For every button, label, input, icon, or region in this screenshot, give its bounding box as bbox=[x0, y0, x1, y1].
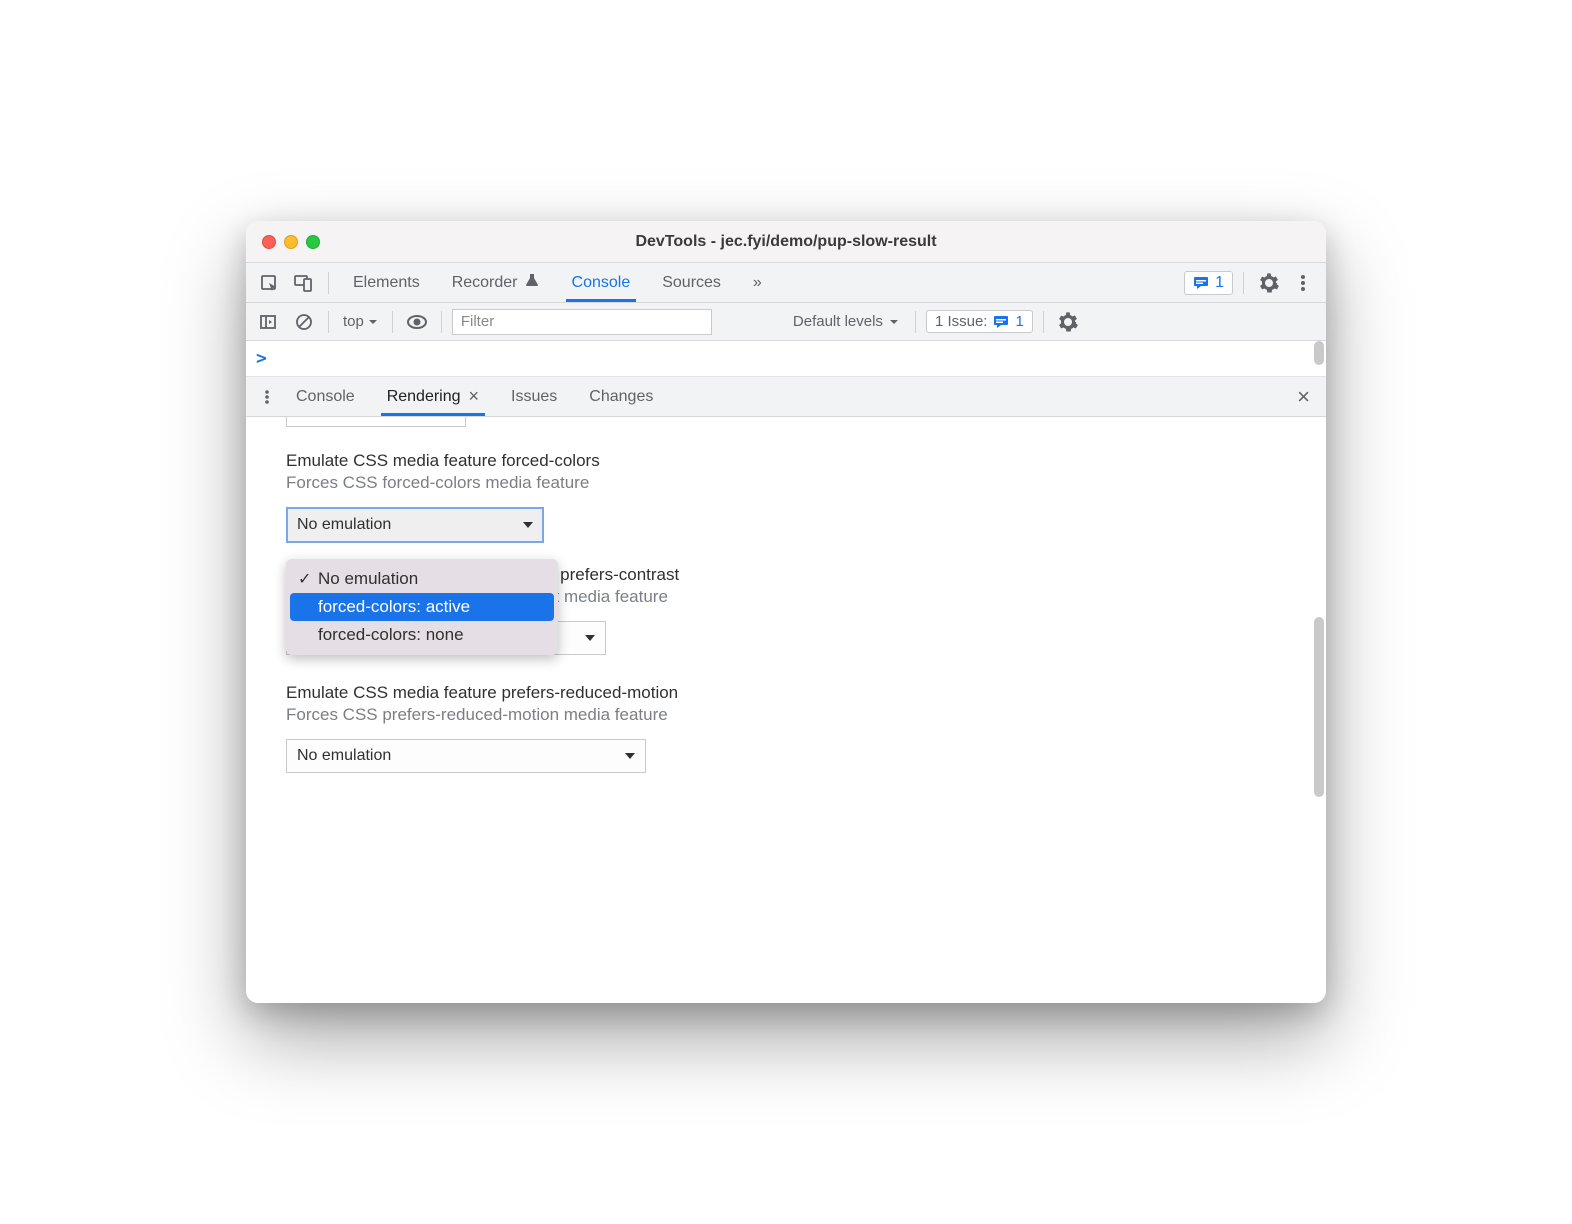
separator bbox=[1243, 272, 1244, 294]
overflow-glyph: » bbox=[753, 274, 762, 292]
forced-colors-dropdown: ✓ No emulation forced-colors: active for… bbox=[286, 559, 558, 655]
window-title: DevTools - jec.fyi/demo/pup-slow-result bbox=[246, 233, 1326, 251]
maximize-window-button[interactable] bbox=[306, 235, 320, 249]
chevron-down-icon bbox=[523, 522, 533, 528]
tab-label: Changes bbox=[589, 388, 653, 406]
tab-sources[interactable]: Sources bbox=[648, 263, 735, 302]
log-levels-selector[interactable]: Default levels bbox=[787, 313, 905, 330]
drawer-tab-console[interactable]: Console bbox=[282, 377, 369, 416]
console-toolbar: top Filter Default levels 1 Issue: 1 bbox=[246, 303, 1326, 341]
chevron-down-icon bbox=[625, 753, 635, 759]
device-toolbar-button[interactable] bbox=[288, 268, 318, 298]
console-prompt-icon: > bbox=[256, 348, 267, 369]
tab-label: Recorder bbox=[452, 274, 518, 292]
option-label: forced-colors: none bbox=[318, 625, 464, 644]
dropdown-option-no-emulation[interactable]: ✓ No emulation bbox=[290, 565, 554, 593]
option-label: forced-colors: active bbox=[318, 597, 470, 616]
live-expression-button[interactable] bbox=[403, 308, 431, 336]
tab-label: Sources bbox=[662, 274, 721, 292]
chevron-down-icon bbox=[585, 635, 595, 641]
flask-icon bbox=[524, 272, 540, 293]
settings-button[interactable] bbox=[1254, 268, 1284, 298]
separator bbox=[441, 311, 442, 333]
issues-label: 1 Issue: bbox=[935, 313, 988, 330]
close-drawer-button[interactable]: × bbox=[1297, 384, 1316, 410]
drawer-menu-button[interactable] bbox=[256, 389, 278, 405]
tab-recorder[interactable]: Recorder bbox=[438, 263, 554, 302]
devtools-window: DevTools - jec.fyi/demo/pup-slow-result … bbox=[246, 221, 1326, 1003]
separator bbox=[915, 311, 916, 333]
drawer-tabstrip: Console Rendering × Issues Changes × bbox=[246, 377, 1326, 417]
console-sidebar-toggle-button[interactable] bbox=[254, 308, 282, 336]
tab-label: Issues bbox=[511, 388, 557, 406]
section-title: Emulate CSS media feature prefers-reduce… bbox=[286, 683, 1286, 703]
issues-badge[interactable]: 1 bbox=[1184, 271, 1233, 295]
close-window-button[interactable] bbox=[262, 235, 276, 249]
minimize-window-button[interactable] bbox=[284, 235, 298, 249]
prefers-reduced-motion-select[interactable]: No emulation bbox=[286, 739, 646, 773]
chevron-down-icon bbox=[368, 317, 378, 327]
separator bbox=[328, 272, 329, 294]
scrollbar-thumb[interactable] bbox=[1314, 617, 1324, 797]
tab-elements[interactable]: Elements bbox=[339, 263, 434, 302]
drawer-tab-issues[interactable]: Issues bbox=[497, 377, 571, 416]
tab-console[interactable]: Console bbox=[558, 263, 645, 302]
inspect-element-button[interactable] bbox=[254, 268, 284, 298]
console-issues-button[interactable]: 1 Issue: 1 bbox=[926, 310, 1033, 333]
select-value: No emulation bbox=[297, 516, 391, 534]
check-icon: ✓ bbox=[298, 569, 311, 589]
option-label: No emulation bbox=[318, 569, 418, 588]
tab-label: Console bbox=[296, 388, 355, 406]
dropdown-option-forced-colors-active[interactable]: forced-colors: active bbox=[290, 593, 554, 621]
section-title: e prefers-contrast bbox=[546, 565, 1286, 585]
levels-label: Default levels bbox=[793, 313, 883, 330]
chat-icon bbox=[993, 315, 1009, 329]
forced-colors-select[interactable]: No emulation bbox=[286, 507, 544, 543]
scrollbar-thumb[interactable] bbox=[1314, 341, 1324, 365]
dropdown-option-forced-colors-none[interactable]: forced-colors: none bbox=[290, 621, 554, 649]
separator bbox=[392, 311, 393, 333]
chevron-down-icon bbox=[889, 317, 899, 327]
titlebar: DevTools - jec.fyi/demo/pup-slow-result bbox=[246, 221, 1326, 263]
tab-label: Rendering bbox=[387, 388, 461, 406]
partial-prev-select[interactable] bbox=[286, 417, 466, 427]
forced-colors-section: Emulate CSS media feature forced-colors … bbox=[286, 451, 1286, 543]
section-description: Forces CSS prefers-reduced-motion media … bbox=[286, 705, 1286, 725]
tabs-overflow-button[interactable]: » bbox=[739, 263, 776, 302]
issue-count: 1 bbox=[1215, 274, 1224, 292]
console-input-row[interactable]: > bbox=[246, 341, 1326, 377]
console-settings-button[interactable] bbox=[1054, 308, 1082, 336]
tab-label: Elements bbox=[353, 274, 420, 292]
chat-icon bbox=[1193, 276, 1209, 290]
section-title: Emulate CSS media feature forced-colors bbox=[286, 451, 1286, 471]
close-tab-button[interactable]: × bbox=[469, 386, 480, 407]
section-description: Forces CSS forced-colors media feature bbox=[286, 473, 1286, 493]
main-tabstrip: Elements Recorder Console Sources » 1 bbox=[246, 263, 1326, 303]
drawer-tab-changes[interactable]: Changes bbox=[575, 377, 667, 416]
clear-console-button[interactable] bbox=[290, 308, 318, 336]
section-description: st media feature bbox=[546, 587, 1286, 607]
rendering-panel: Emulate CSS media feature forced-colors … bbox=[246, 417, 1326, 1003]
prefers-reduced-motion-section: Emulate CSS media feature prefers-reduce… bbox=[286, 683, 1286, 773]
select-value: No emulation bbox=[297, 747, 391, 765]
tab-label: Console bbox=[572, 274, 631, 292]
separator bbox=[1043, 311, 1044, 333]
console-filter-input[interactable]: Filter bbox=[452, 309, 712, 335]
context-label: top bbox=[343, 313, 364, 330]
issues-count: 1 bbox=[1015, 313, 1023, 330]
window-controls bbox=[246, 235, 320, 249]
drawer-tab-rendering[interactable]: Rendering × bbox=[373, 377, 493, 416]
execution-context-selector[interactable]: top bbox=[339, 313, 382, 330]
filter-placeholder: Filter bbox=[461, 313, 494, 330]
separator bbox=[328, 311, 329, 333]
main-menu-button[interactable] bbox=[1288, 268, 1318, 298]
